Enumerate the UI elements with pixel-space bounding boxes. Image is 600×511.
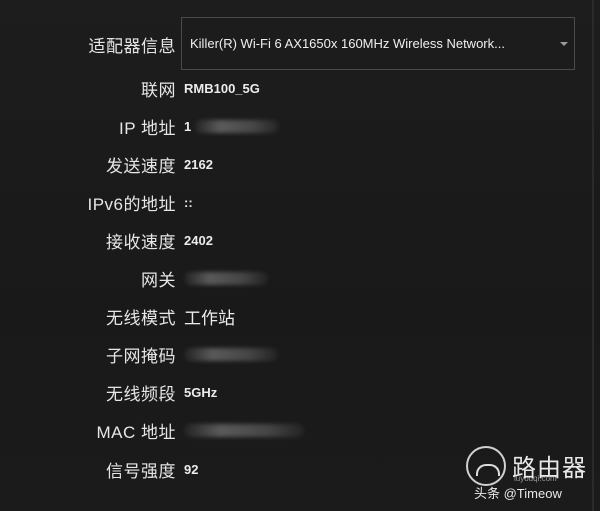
send-speed-value: 2162: [184, 156, 213, 172]
adapter-selected-value: Killer(R) Wi-Fi 6 AX1650x 160MHz Wireles…: [190, 36, 505, 51]
ip-value-text: 1: [184, 118, 192, 134]
band-row: 无线频段 5GHz: [0, 373, 600, 411]
subnet-label: 子网掩码: [106, 346, 176, 366]
watermark-credit: 头条 @Timeow: [474, 486, 562, 501]
signal-value: 92: [184, 461, 199, 477]
band-label: 无线频段: [106, 384, 176, 404]
send-speed-label: 发送速度: [106, 156, 176, 176]
wireless-mode-value: 工作站: [184, 308, 235, 328]
gateway-label: 网关: [141, 270, 176, 290]
network-value: RMB100_5G: [184, 80, 260, 96]
recv-speed-label: 接收速度: [106, 232, 176, 252]
chevron-down-icon: [560, 42, 568, 46]
gateway-value: [184, 259, 268, 297]
adapter-dropdown[interactable]: Killer(R) Wi-Fi 6 AX1650x 160MHz Wireles…: [181, 17, 575, 70]
ipv6-label: IPv6的地址: [87, 194, 176, 214]
watermark: 路由器 luyouqi.com 头条 @Timeow: [462, 440, 594, 506]
ipv6-row: IPv6的地址 ::: [0, 183, 600, 221]
scrollbar-track[interactable]: [592, 0, 594, 511]
redacted-blur: [184, 423, 304, 437]
subnet-value: [184, 335, 278, 373]
ip-value: 1: [184, 107, 280, 145]
network-row: 联网 RMB100_5G: [0, 69, 600, 107]
recv-speed-row: 接收速度 2402: [0, 221, 600, 259]
network-label: 联网: [141, 80, 176, 100]
redacted-blur: [184, 347, 278, 361]
wireless-mode-label: 无线模式: [106, 308, 176, 328]
signal-label: 信号强度: [106, 461, 176, 481]
wireless-mode-row: 无线模式 工作站: [0, 297, 600, 335]
recv-speed-value: 2402: [184, 232, 213, 248]
mac-value: [184, 411, 304, 449]
redacted-blur: [184, 271, 268, 285]
gateway-row: 网关: [0, 259, 600, 297]
network-info-panel: 适配器信息 Killer(R) Wi-Fi 6 AX1650x 160MHz W…: [0, 0, 600, 511]
send-speed-row: 发送速度 2162: [0, 145, 600, 183]
ip-row: IP 地址 1: [0, 107, 600, 145]
watermark-site: luyouqi.com: [514, 474, 557, 483]
redacted-blur: [195, 119, 280, 133]
ipv6-value: ::: [184, 194, 193, 210]
ip-label: IP 地址: [119, 118, 176, 138]
band-value: 5GHz: [184, 384, 218, 400]
adapter-label: 适配器信息: [88, 36, 176, 56]
mac-label: MAC 地址: [96, 422, 176, 442]
router-logo-icon: [466, 446, 506, 486]
subnet-row: 子网掩码: [0, 335, 600, 373]
